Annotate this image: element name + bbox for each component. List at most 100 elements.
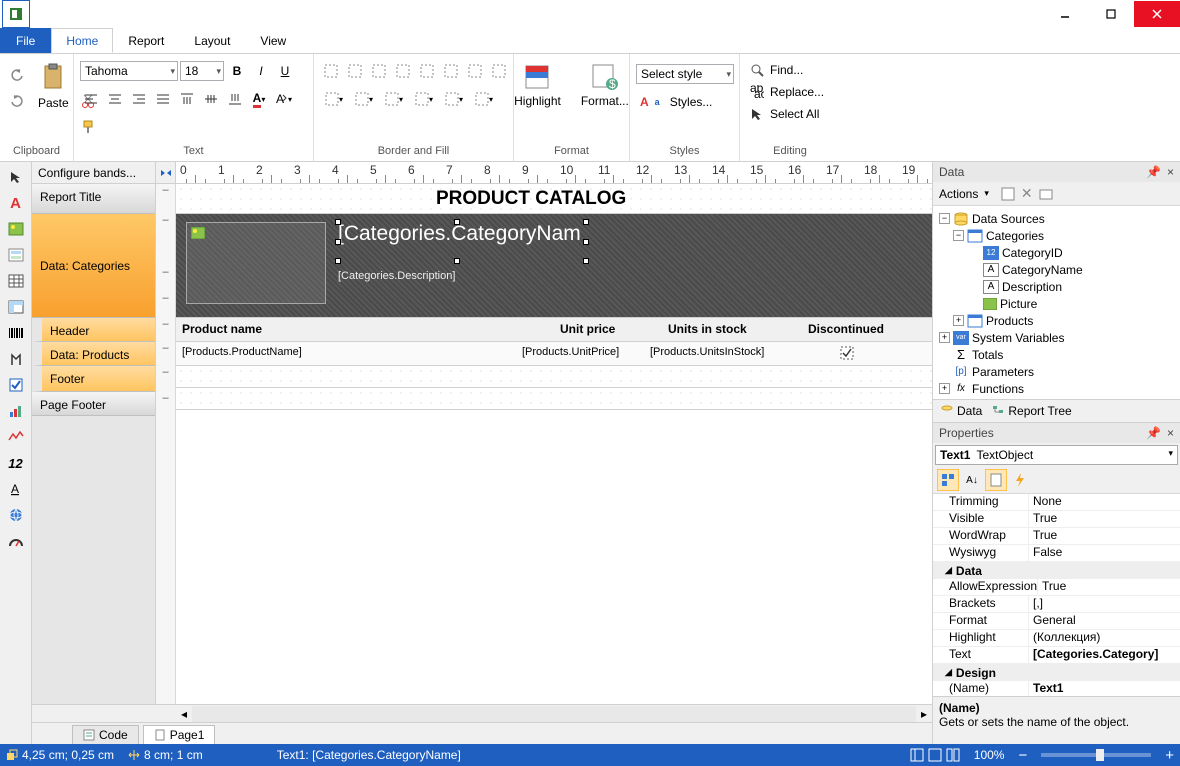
band-data-products[interactable]: Data: Products: [32, 342, 155, 366]
collapse-icon[interactable]: −: [939, 213, 950, 224]
events-button[interactable]: [1009, 469, 1031, 491]
line-style-button[interactable]: ▾: [410, 88, 438, 110]
property-row[interactable]: WordWrapTrue: [933, 528, 1180, 545]
zoom-in-button[interactable]: +: [1165, 747, 1174, 764]
delete-icon[interactable]: ✕: [1021, 185, 1033, 202]
checkbox-tool[interactable]: [5, 374, 27, 396]
page-n-text[interactable]: [PageN]: [848, 392, 932, 404]
pointer-tool[interactable]: [5, 166, 27, 188]
maximize-button[interactable]: [1088, 1, 1134, 27]
border-bottom-button[interactable]: [344, 60, 366, 82]
bold-button[interactable]: B: [226, 60, 248, 82]
valign-top-button[interactable]: [176, 88, 198, 110]
horizontal-scrollbar[interactable]: ◂ ▸: [32, 704, 932, 722]
border-sep-button[interactable]: ▾: [470, 88, 498, 110]
border-props-button[interactable]: [488, 60, 510, 82]
formatting-button[interactable]: $ Format...: [575, 60, 635, 110]
font-color-button[interactable]: A▾: [248, 88, 270, 110]
picture-tool[interactable]: [5, 218, 27, 240]
new-ds-icon[interactable]: [1039, 187, 1053, 201]
tab-view[interactable]: View: [245, 28, 301, 53]
collapse-icon[interactable]: −: [953, 230, 964, 241]
property-row[interactable]: FormatGeneral: [933, 613, 1180, 630]
col-header-name[interactable]: Product name: [182, 322, 262, 336]
border-top-button[interactable]: [320, 60, 342, 82]
view-data-icon[interactable]: [1001, 187, 1015, 201]
font-combo[interactable]: Tahoma▾: [80, 61, 178, 81]
zoom-slider[interactable]: [1041, 753, 1151, 757]
map-tool[interactable]: [5, 504, 27, 526]
col-header-stock[interactable]: Units in stock: [668, 322, 747, 336]
field-unit-price[interactable]: [Products.UnitPrice]: [522, 346, 619, 358]
categorized-button[interactable]: [937, 469, 959, 491]
border-none-button[interactable]: [440, 60, 462, 82]
alphabetical-button[interactable]: A↓: [961, 469, 983, 491]
subreport-tool[interactable]: [5, 244, 27, 266]
styles-button[interactable]: AaStyles...: [636, 92, 716, 112]
cellular-tool[interactable]: 12: [5, 452, 27, 474]
tab-page1[interactable]: Page1: [143, 725, 216, 744]
close-icon[interactable]: ×: [1167, 165, 1174, 179]
richtext-tool[interactable]: [5, 348, 27, 370]
field-product-name[interactable]: [Products.ProductName]: [182, 346, 302, 358]
style-combo[interactable]: Select style▾: [636, 64, 734, 84]
fill-props-button[interactable]: ▾: [440, 88, 468, 110]
find-button[interactable]: Find...: [746, 60, 807, 80]
line-color-button[interactable]: ▾: [350, 88, 378, 110]
data-tree[interactable]: −Data Sources −Categories 12CategoryID A…: [933, 206, 1180, 400]
redo-button[interactable]: [6, 90, 28, 112]
align-right-button[interactable]: [128, 88, 150, 110]
expand-icon[interactable]: +: [939, 383, 950, 394]
minimize-button[interactable]: [1042, 1, 1088, 27]
property-row[interactable]: AllowExpressionTrue: [933, 579, 1180, 596]
property-row[interactable]: Highlight(Коллекция): [933, 630, 1180, 647]
property-row[interactable]: (Name)Text1: [933, 681, 1180, 696]
align-center-button[interactable]: [104, 88, 126, 110]
report-title-text[interactable]: PRODUCT CATALOG: [436, 188, 626, 210]
tab-layout[interactable]: Layout: [179, 28, 245, 53]
band-page-footer[interactable]: Page Footer: [32, 392, 155, 416]
border-right-button[interactable]: [392, 60, 414, 82]
gauge-tool[interactable]: [5, 530, 27, 552]
band-header[interactable]: Header: [32, 318, 155, 342]
align-left-button[interactable]: [80, 88, 102, 110]
border-all-button[interactable]: [416, 60, 438, 82]
property-row[interactable]: Text[Categories.Category]: [933, 647, 1180, 664]
font-size-combo[interactable]: 18▾: [180, 61, 224, 81]
italic-button[interactable]: I: [250, 60, 272, 82]
view-mode2-icon[interactable]: [928, 748, 942, 762]
band-footer[interactable]: Footer: [32, 366, 155, 392]
replace-button[interactable]: abacReplace...: [746, 82, 828, 102]
line-width-button[interactable]: ▾: [380, 88, 408, 110]
ruler-toggle[interactable]: [156, 162, 176, 183]
underline-button[interactable]: U: [274, 60, 296, 82]
close-button[interactable]: [1134, 1, 1180, 27]
fill-color-button[interactable]: ▾: [320, 88, 348, 110]
category-name-text[interactable]: [Categories.CategoryNam: [338, 222, 581, 246]
band-data-categories[interactable]: Data: Categories: [32, 214, 155, 318]
col-header-price[interactable]: Unit price: [560, 322, 615, 336]
zoom-out-button[interactable]: −: [1018, 747, 1027, 764]
tab-report-tree[interactable]: Report Tree: [992, 404, 1071, 418]
field-units-stock[interactable]: [Products.UnitsInStock]: [650, 346, 764, 358]
canvas-scroll[interactable]: PRODUCT CATALOG [Categories.CategoryNam …: [176, 184, 932, 704]
pin-icon[interactable]: 📌: [1146, 426, 1161, 440]
select-all-button[interactable]: Select All: [746, 104, 823, 124]
matrix-tool[interactable]: [5, 296, 27, 318]
sparkline-tool[interactable]: [5, 426, 27, 448]
picture-object[interactable]: [186, 222, 326, 304]
property-row[interactable]: Brackets[,]: [933, 596, 1180, 613]
file-tab[interactable]: File: [0, 28, 51, 53]
valign-mid-button[interactable]: [200, 88, 222, 110]
col-header-disc[interactable]: Discontinued: [808, 322, 884, 336]
paste-button[interactable]: Paste: [32, 60, 75, 112]
expand-icon[interactable]: +: [953, 315, 964, 326]
tab-data[interactable]: Data: [941, 404, 982, 418]
object-selector[interactable]: Text1TextObject▾: [935, 445, 1178, 465]
text-tool[interactable]: A: [5, 192, 27, 214]
property-row[interactable]: VisibleTrue: [933, 511, 1180, 528]
data-actions[interactable]: Actions▾ ✕: [933, 182, 1180, 206]
property-row[interactable]: TrimmingNone: [933, 494, 1180, 511]
border-shadow-button[interactable]: [464, 60, 486, 82]
tab-home[interactable]: Home: [51, 28, 113, 53]
